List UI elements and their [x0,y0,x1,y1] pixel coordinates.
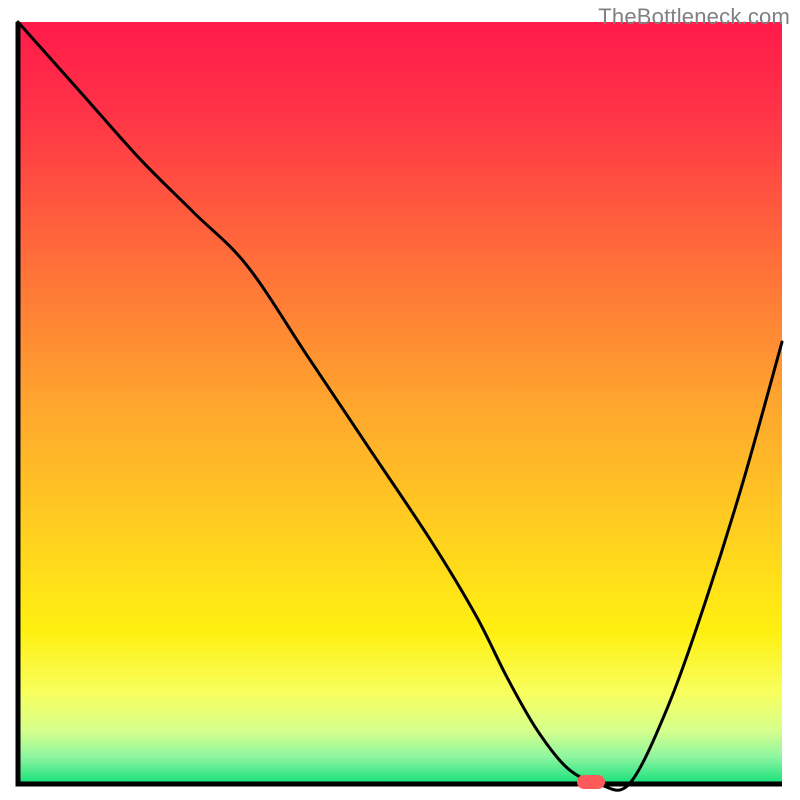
optimal-marker [577,775,605,789]
chart-svg [0,0,800,800]
chart-canvas: TheBottleneck.com [0,0,800,800]
watermark-label: TheBottleneck.com [598,4,790,30]
plot-background [18,22,782,784]
